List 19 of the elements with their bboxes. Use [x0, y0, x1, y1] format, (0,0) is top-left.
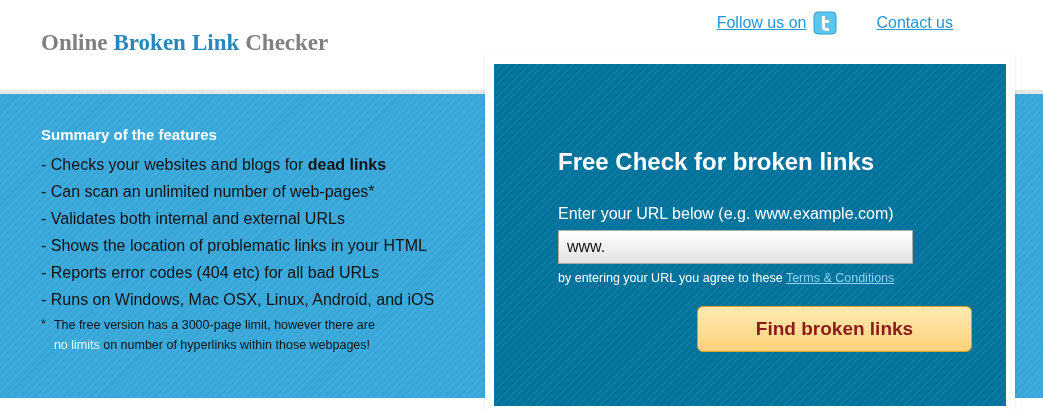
feature-item: - Checks your websites and blogs for dead links: [41, 154, 388, 175]
feature-item: - Reports error codes (404 etc) for all bad URLs: [41, 262, 380, 283]
features-heading: Summary of the features: [41, 125, 218, 145]
feature-item: - Runs on Windows, Mac OSX, Linux, Android, and iOS: [41, 289, 436, 310]
footnote-text: The free version has a 3000-page limit, however there are no limits on number of hyperlinks within those webpages!: [53, 316, 376, 354]
find-broken-links-button[interactable]: Find broken links: [697, 305, 972, 352]
url-field[interactable]: www.: [558, 230, 913, 264]
footnote-mark: *: [41, 315, 46, 333]
form-title: Free Check for broken links: [558, 147, 876, 177]
contact-link[interactable]: Contact us: [876, 11, 953, 35]
feature-item: - Can scan an unlimited number of web-pages*: [41, 181, 376, 202]
url-label: Enter your URL below (e.g. www.example.com): [558, 204, 895, 224]
no-limits-link[interactable]: no limits: [53, 337, 100, 352]
feature-item: - Shows the location of problematic links in your HTML: [41, 235, 428, 256]
follow-link[interactable]: Follow us on: [716, 11, 807, 35]
site-logo[interactable]: Online Broken Link Checker: [41, 26, 329, 61]
terms-link[interactable]: Terms & Conditions: [785, 271, 895, 285]
feature-item: - Validates both internal and external URLs: [41, 208, 346, 229]
agreement-text: by entering your URL you agree to these Terms & Conditions: [558, 270, 896, 287]
